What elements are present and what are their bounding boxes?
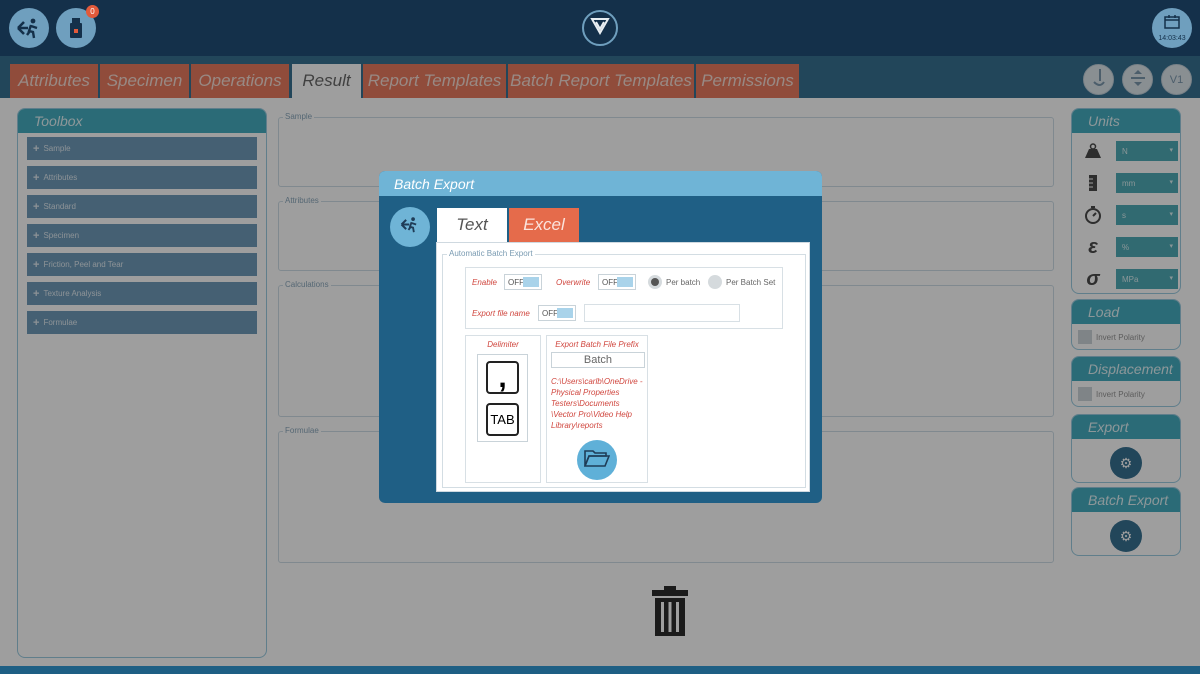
tab-excel[interactable]: Excel xyxy=(509,208,579,242)
browse-folder-button[interactable] xyxy=(577,440,617,480)
comma-delimiter-button[interactable]: , xyxy=(486,361,519,394)
dialog-body: Automatic Batch Export Enable OFF Overwr… xyxy=(436,242,810,492)
folder-icon xyxy=(583,448,611,473)
export-file-name-toggle[interactable]: OFF xyxy=(538,305,576,321)
prefix-input[interactable]: Batch xyxy=(551,352,645,368)
toggle-knob xyxy=(557,308,573,318)
back-button[interactable] xyxy=(390,207,430,247)
export-path: C:\Users\carlb\OneDrive - Physical Prope… xyxy=(551,377,643,430)
exit-icon xyxy=(400,216,420,238)
enable-label: Enable xyxy=(472,278,497,287)
export-file-name-input[interactable] xyxy=(584,304,740,322)
per-batch-label: Per batch xyxy=(666,278,701,287)
tab-text[interactable]: Text xyxy=(437,208,507,242)
export-file-name-label: Export file name xyxy=(472,309,530,318)
notification-badge: 0 xyxy=(86,5,99,18)
per-batch-set-label: Per Batch Set xyxy=(726,278,776,287)
top-bar: 0 14:03:43 xyxy=(0,0,1200,56)
exit-icon xyxy=(16,17,42,39)
file-prefix-box: Export Batch File Prefix Batch C:\Users\… xyxy=(546,335,648,483)
bottom-bar xyxy=(0,666,1200,674)
toggle-knob xyxy=(617,277,633,287)
vector-logo-icon xyxy=(590,17,610,40)
automatic-batch-export-group: Automatic Batch Export Enable OFF Overwr… xyxy=(442,249,806,488)
overwrite-toggle[interactable]: OFF xyxy=(598,274,636,290)
calendar-clock-icon xyxy=(1164,14,1180,34)
overwrite-label: Overwrite xyxy=(556,278,591,287)
usb-drive-button[interactable]: 0 xyxy=(56,5,99,48)
vector-logo[interactable] xyxy=(582,10,618,46)
delimiter-label: Delimiter xyxy=(487,340,519,349)
usb-drive-icon xyxy=(69,17,83,39)
exit-button[interactable] xyxy=(9,8,49,48)
prefix-label: Export Batch File Prefix xyxy=(555,340,639,349)
clock-time: 14:03:43 xyxy=(1158,34,1186,42)
dialog-title: Batch Export xyxy=(379,171,822,196)
batch-export-dialog: Batch Export Text Excel Automatic Batch … xyxy=(379,171,822,503)
per-batch-radio[interactable] xyxy=(648,275,662,289)
options-box: Enable OFF Overwrite OFF Per batch Per B… xyxy=(465,267,783,329)
clock-button[interactable]: 14:03:43 xyxy=(1152,8,1192,48)
delimiter-box: Delimiter , TAB xyxy=(465,335,541,483)
enable-toggle[interactable]: OFF xyxy=(504,274,542,290)
toggle-knob xyxy=(523,277,539,287)
tab-delimiter-button[interactable]: TAB xyxy=(486,403,519,436)
per-batch-set-radio[interactable] xyxy=(708,275,722,289)
delimiter-options: , TAB xyxy=(477,354,528,442)
